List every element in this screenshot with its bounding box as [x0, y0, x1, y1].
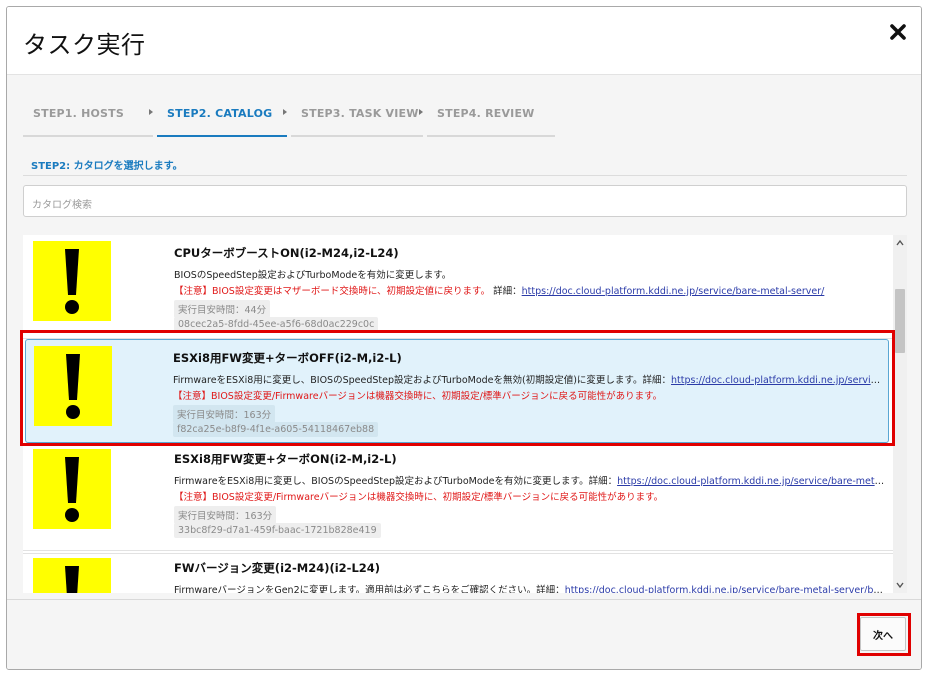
chevron-right-icon: [419, 109, 423, 115]
dialog-header: タスク実行: [7, 7, 921, 75]
step-description: STEP2: カタログを選択します。: [31, 161, 183, 172]
divider: [23, 175, 907, 176]
task-execution-dialog: タスク実行 STEP1. HOSTS STEP2. CATALOG STEP3.…: [6, 6, 922, 670]
catalog-list: CPUターボブーストON(i2-M24,i2-L24) BIOSのSpeedSt…: [23, 235, 907, 593]
catalog-uuid-badge: 33bc8f29-d7a1-459f-baac-1721b828e419: [174, 523, 381, 538]
tab-label: STEP2. CATALOG: [167, 107, 273, 120]
chevron-right-icon: [283, 109, 287, 115]
item-title: CPUターボブーストON(i2-M24,i2-L24): [174, 246, 399, 260]
item-description: BIOSのSpeedStep設定およびTurboModeを有効に変更します。: [174, 270, 452, 281]
list-scrollbar[interactable]: [893, 235, 907, 593]
catalog-item-cpu-turbo[interactable]: CPUターボブーストON(i2-M24,i2-L24) BIOSのSpeedSt…: [23, 235, 893, 339]
tab-step2-catalog[interactable]: STEP2. CATALOG: [157, 99, 287, 137]
next-button[interactable]: 次へ: [860, 617, 906, 651]
close-icon[interactable]: [889, 23, 907, 41]
tab-step3-task-view[interactable]: STEP3. TASK VIEW: [291, 99, 423, 137]
catalog-uuid-badge: 08cec2a5-8fdd-45ee-a5f6-68d0ac229c0c: [174, 317, 379, 332]
tab-label: STEP1. HOSTS: [33, 107, 124, 120]
item-description: FirmwareをESXi8用に変更し、BIOSのSpeedStep設定およびT…: [174, 473, 886, 487]
item-description: FirmwareをESXi8用に変更し、BIOSのSpeedStep設定およびT…: [173, 372, 885, 386]
item-warning: 【注意】BIOS設定変更/Firmwareバージョンは機器交換時に、初期設定/標…: [173, 391, 663, 402]
catalog-search-input[interactable]: カタログ検索: [23, 185, 907, 217]
warning-exclamation-icon: [33, 558, 111, 593]
catalog-item-esxi8-fw-turbo-on[interactable]: ESXi8用FW変更+ターボON(i2-M,i2-L) FirmwareをESX…: [23, 447, 893, 551]
scrollbar-thumb[interactable]: [895, 289, 905, 353]
tab-label: STEP4. REVIEW: [437, 107, 535, 120]
chevron-up-icon[interactable]: [896, 239, 904, 247]
warning-exclamation-icon: [34, 346, 112, 426]
detail-link[interactable]: https://doc.cloud-platform.kddi.ne.jp/se…: [565, 585, 886, 593]
chevron-down-icon[interactable]: [896, 581, 904, 589]
item-title: FWバージョン変更(i2-M24)(i2-L24): [174, 561, 381, 575]
catalog-item-fw-version-change[interactable]: FWバージョン変更(i2-M24)(i2-L24) Firmwareバージョンを…: [23, 553, 893, 593]
tab-label: STEP3. TASK VIEW: [301, 107, 419, 120]
item-title: ESXi8用FW変更+ターボOFF(i2-M,i2-L): [173, 351, 402, 365]
catalog-item-esxi8-fw-turbo-off[interactable]: ESXi8用FW変更+ターボOFF(i2-M,i2-L) FirmwareをES…: [25, 339, 889, 443]
dialog-footer: [7, 599, 921, 669]
chevron-right-icon: [149, 109, 153, 115]
dialog-body: STEP1. HOSTS STEP2. CATALOG STEP3. TASK …: [7, 75, 921, 599]
estimated-time-badge: 実行目安時間：163分: [174, 506, 277, 524]
dialog-title: タスク実行: [23, 31, 146, 59]
item-warning: 【注意】BIOS設定変更/Firmwareバージョンは機器交換時に、初期設定/標…: [174, 492, 664, 503]
warning-exclamation-icon: [33, 241, 111, 321]
estimated-time-badge: 実行目安時間：44分: [174, 300, 271, 318]
detail-link[interactable]: https://doc.cloud-platform.kddi.ne.jp/se…: [617, 476, 886, 487]
detail-link[interactable]: https://doc.cloud-platform.kddi.ne.jp/se…: [522, 286, 825, 297]
tab-step1-hosts[interactable]: STEP1. HOSTS: [23, 99, 153, 137]
estimated-time-badge: 実行目安時間：163分: [173, 405, 276, 423]
warning-exclamation-icon: [33, 449, 111, 529]
catalog-uuid-badge: f82ca25e-b8f9-4f1e-a605-54118467eb88: [173, 422, 379, 437]
step-tabs: STEP1. HOSTS STEP2. CATALOG STEP3. TASK …: [23, 99, 583, 139]
item-title: ESXi8用FW変更+ターボON(i2-M,i2-L): [174, 452, 397, 466]
detail-link[interactable]: https://doc.cloud-platform.kddi.ne.jp/se…: [671, 375, 885, 386]
item-warning: 【注意】BIOS設定変更はマザーボード交換時に、初期設定値に戻ります。 詳細：h…: [174, 286, 825, 297]
tab-step4-review[interactable]: STEP4. REVIEW: [427, 99, 555, 137]
item-description: FirmwareバージョンをGen2に変更します。適用前は必ずこちらをご確認くだ…: [174, 582, 886, 593]
